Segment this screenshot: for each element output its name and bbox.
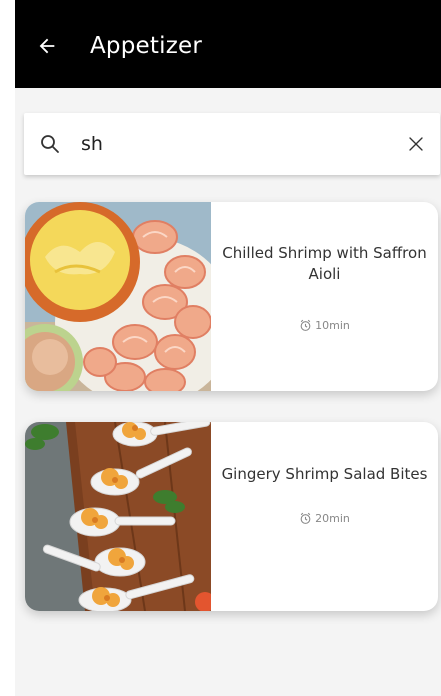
recipe-time: 10min — [211, 319, 438, 332]
search-icon — [41, 135, 59, 153]
clear-search-button[interactable] — [402, 130, 430, 158]
recipe-time-value: 20min — [315, 512, 350, 525]
search-input[interactable]: sh — [81, 131, 103, 157]
close-icon — [409, 137, 423, 151]
alarm-clock-icon — [300, 512, 311, 524]
recipe-time-value: 10min — [315, 319, 350, 332]
recipe-image — [25, 422, 211, 611]
recipe-info: Chilled Shrimp with Saffron Aioli 10min — [211, 202, 438, 391]
page-title: Appetizer — [90, 33, 202, 59]
recipe-time: 20min — [211, 512, 438, 525]
back-button[interactable] — [29, 28, 65, 64]
app-bar: Appetizer — [15, 0, 441, 88]
recipe-title: Gingery Shrimp Salad Bites — [221, 465, 428, 483]
arrow-left-icon — [39, 38, 55, 54]
search-bar: sh — [24, 113, 440, 175]
recipe-card[interactable]: Chilled Shrimp with Saffron Aioli 10min — [25, 202, 438, 391]
recipe-info: Gingery Shrimp Salad Bites 20min — [211, 422, 438, 611]
alarm-clock-icon — [300, 319, 311, 331]
recipe-card[interactable]: Gingery Shrimp Salad Bites 20min — [25, 422, 438, 611]
recipe-title: Chilled Shrimp with Saffron Aioli — [222, 244, 427, 283]
recipe-image — [25, 202, 211, 391]
screen: Appetizer sh Chilled Shrimp with Saffron… — [15, 0, 441, 696]
